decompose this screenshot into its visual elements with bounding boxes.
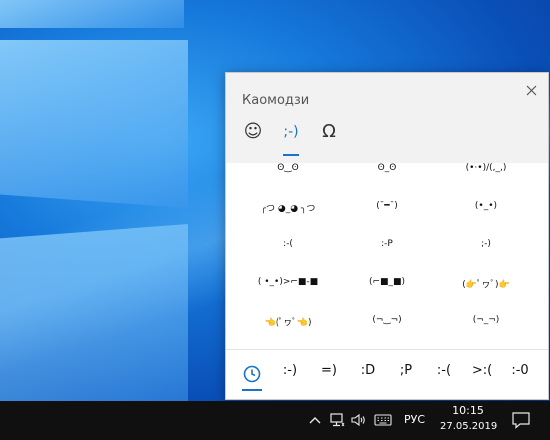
emoji-panel: Каомодзи ☺ ;-) Ω ʘ‿ʘ ʘ_ʘ (•·•)/(,_,) ╭つ …	[225, 72, 549, 400]
kaomoji-item[interactable]: :-P	[337, 239, 437, 249]
kaomoji-item[interactable]: ʘ‿ʘ	[238, 163, 338, 173]
taskbar: РУС 10:15 27.05.2019	[0, 401, 550, 440]
wallpaper-window-pane	[0, 0, 184, 28]
kaomoji-item[interactable]: (•_•)	[436, 201, 536, 211]
volume-button[interactable]	[350, 411, 368, 429]
input-language-indicator[interactable]: РУС	[404, 413, 425, 426]
kaomoji-item[interactable]: ʘ_ʘ	[337, 163, 437, 173]
clock-icon	[243, 365, 261, 383]
recent-kaomoji-item[interactable]: :D	[350, 363, 386, 378]
kaomoji-item[interactable]: 👈(ﾟヮﾟ👈)	[238, 315, 338, 328]
recent-tab[interactable]	[240, 363, 264, 391]
tab-kaomoji[interactable]: ;-)	[274, 121, 308, 160]
touch-keyboard-button[interactable]	[374, 411, 392, 429]
wallpaper-window-pane	[0, 40, 188, 208]
keyboard-icon	[374, 414, 392, 426]
kaomoji-item[interactable]: ╭つ ◕_◕ ╮つ	[238, 201, 338, 214]
show-hidden-icons-button[interactable]	[306, 411, 324, 429]
grid-row: 👈(ﾟヮﾟ👈) (¬‿¬) (¬_¬)	[226, 315, 548, 335]
wallpaper-window-pane	[0, 224, 188, 401]
kaomoji-item[interactable]: (⌐■_■)	[337, 277, 437, 287]
tab-emoji[interactable]: ☺	[236, 121, 270, 157]
smiley-icon: ☺	[243, 121, 263, 142]
recent-kaomoji-item[interactable]: :-(	[426, 363, 462, 378]
grid-row: :-( :-P ;-)	[226, 239, 548, 259]
kaomoji-item[interactable]: ;-)	[436, 239, 536, 249]
recent-kaomoji-item[interactable]: =)	[311, 363, 347, 378]
kaomoji-item[interactable]: (👉ﾟヮﾟ)👉	[436, 277, 536, 290]
network-button[interactable]	[328, 411, 346, 429]
clock-date[interactable]: 27.05.2019	[440, 421, 497, 432]
recent-kaomoji-bar: :-) =) :D ;P :-( >:( :-0	[226, 357, 548, 393]
tab-symbols[interactable]: Ω	[312, 121, 346, 157]
action-center-button[interactable]	[510, 409, 532, 431]
grid-row: ʘ‿ʘ ʘ_ʘ (•·•)/(,_,)	[226, 163, 548, 183]
kaomoji-item[interactable]: (¬‿¬)	[337, 315, 437, 325]
notification-icon	[512, 412, 530, 429]
close-icon	[526, 85, 536, 95]
grid-row: ╭つ ◕_◕ ╮つ (¯━¯) (•_•)	[226, 201, 548, 221]
panel-title: Каомодзи	[242, 93, 310, 108]
panel-divider	[226, 349, 548, 350]
network-icon	[330, 413, 345, 427]
chevron-up-icon	[309, 417, 321, 424]
recent-kaomoji-item[interactable]: :-0	[502, 363, 538, 378]
grid-row: ( •_•)>⌐■-■ (⌐■_■) (👉ﾟヮﾟ)👉	[226, 277, 548, 297]
panel-header: Каомодзи ☺ ;-) Ω	[226, 73, 548, 163]
kaomoji-grid: ʘ‿ʘ ʘ_ʘ (•·•)/(,_,) ╭つ ◕_◕ ╮つ (¯━¯) (•_•…	[226, 163, 548, 343]
kaomoji-item[interactable]: (¬_¬)	[436, 315, 536, 325]
speaker-icon	[351, 413, 365, 427]
kaomoji-item[interactable]: ( •_•)>⌐■-■	[238, 277, 338, 287]
kaomoji-icon: ;-)	[283, 124, 299, 140]
clock-time[interactable]: 10:15	[440, 404, 496, 417]
kaomoji-item[interactable]: :-(	[238, 239, 338, 249]
kaomoji-item[interactable]: (•·•)/(,_,)	[436, 163, 536, 173]
recent-kaomoji-item[interactable]: :-)	[272, 363, 308, 378]
omega-icon: Ω	[322, 121, 336, 142]
close-button[interactable]	[520, 79, 542, 101]
kaomoji-item[interactable]: (¯━¯)	[337, 201, 437, 211]
recent-kaomoji-item[interactable]: >:(	[464, 363, 500, 378]
recent-kaomoji-item[interactable]: ;P	[388, 363, 424, 378]
